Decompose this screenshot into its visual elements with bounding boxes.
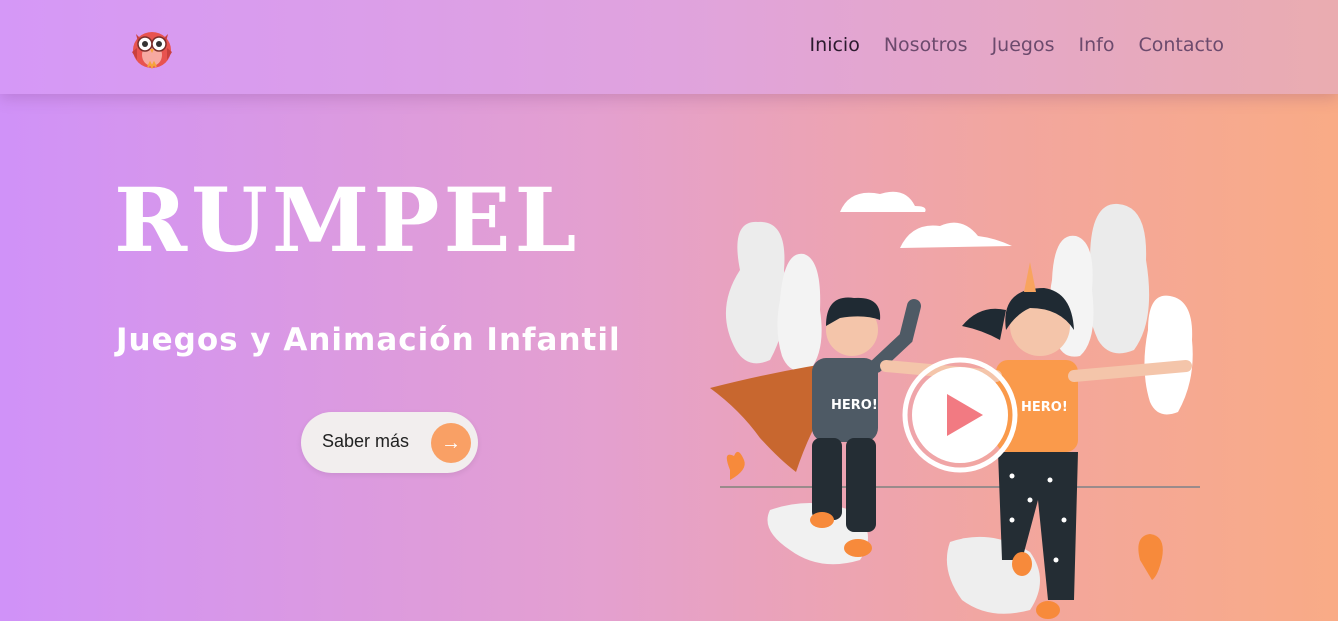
owl-logo-icon[interactable] <box>128 22 176 70</box>
leaf-shape <box>1138 534 1163 580</box>
main-nav: Inicio Nosotros Juegos Info Contacto <box>810 34 1224 56</box>
arrow-right-icon: → <box>431 423 471 463</box>
cloud-shape <box>900 222 1012 248</box>
tree-shape <box>1086 203 1150 354</box>
boy-leg <box>846 438 876 532</box>
girl-shirt-text: HERO! <box>1021 400 1068 415</box>
boy-leg <box>812 438 842 520</box>
tree-shape <box>725 221 787 364</box>
saber-mas-button[interactable]: Saber más → <box>301 412 478 473</box>
boy-shoe <box>810 512 834 528</box>
nav-link-contacto[interactable]: Contacto <box>1138 34 1224 56</box>
girl-hair-flow <box>962 308 1006 340</box>
hero-title: RUMPEL <box>114 168 581 272</box>
girl-shoe <box>1012 552 1032 576</box>
nav-link-inicio[interactable]: Inicio <box>810 34 860 56</box>
leaf-shape <box>726 451 745 480</box>
cloud-shape <box>840 191 926 212</box>
girl-shoe <box>1036 601 1060 619</box>
nav-link-juegos[interactable]: Juegos <box>992 34 1055 56</box>
party-hat <box>1024 262 1036 292</box>
nav-link-info[interactable]: Info <box>1078 34 1114 56</box>
boy-shirt-text: HERO! <box>831 398 878 413</box>
navbar: Inicio Nosotros Juegos Info Contacto <box>0 0 1338 94</box>
play-video-button[interactable] <box>901 356 1019 474</box>
ground-shadow <box>946 536 1040 614</box>
boy-shoe <box>844 539 872 557</box>
saber-mas-label: Saber más <box>322 431 410 451</box>
nav-link-nosotros[interactable]: Nosotros <box>884 34 968 56</box>
tree-shape <box>1144 295 1193 415</box>
hero-subtitle: Juegos y Animación Infantil <box>116 322 621 358</box>
